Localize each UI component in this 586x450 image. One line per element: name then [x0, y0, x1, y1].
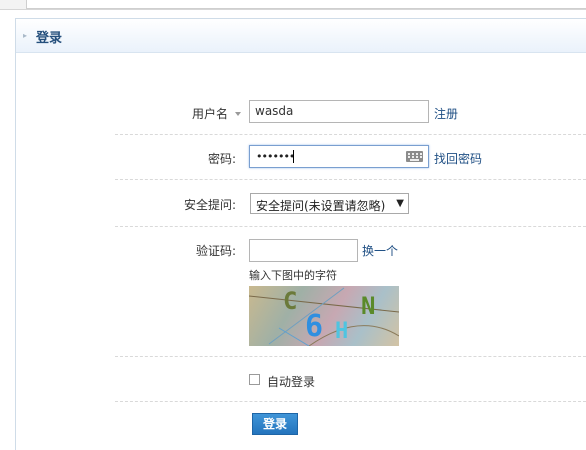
row-divider [115, 179, 586, 180]
username-dropdown-icon[interactable] [235, 112, 241, 116]
register-link[interactable]: 注册 [434, 105, 458, 122]
captcha-image[interactable]: C 6 H N [249, 286, 399, 346]
captcha-hint: 输入下图中的字符 [249, 269, 337, 282]
virtual-keyboard-icon[interactable] [406, 151, 423, 162]
security-question-value: 安全提问(未设置请忽略) [256, 199, 386, 213]
forgot-password-link[interactable]: 找回密码 [434, 150, 482, 167]
auto-login-checkbox[interactable] [249, 374, 260, 385]
username-label[interactable]: 用户名 [108, 105, 228, 122]
refresh-captcha-link[interactable]: 换一个 [362, 242, 398, 259]
password-label: 密码: [207, 152, 236, 166]
select-arrow-icon: ▼ [396, 198, 404, 209]
security-question-label: 安全提问: [183, 198, 236, 212]
username-value: wasda [255, 104, 294, 118]
auto-login-label[interactable]: 自动登录 [267, 373, 315, 390]
top-toolbar-inner [26, 0, 586, 9]
captcha-drawing [249, 287, 399, 346]
panel-header: ▸ 登录 [16, 19, 586, 53]
header-marker-icon: ▸ [23, 31, 28, 40]
row-divider [115, 134, 586, 135]
text-caret [293, 150, 294, 163]
captcha-char: N [361, 292, 376, 320]
captcha-char: C [283, 287, 298, 315]
captcha-char: H [335, 319, 349, 344]
username-input[interactable]: wasda [249, 100, 429, 123]
panel-title: 登录 [36, 31, 63, 46]
row-divider [115, 401, 586, 402]
captcha-char: 6 [305, 309, 324, 344]
security-question-select[interactable]: 安全提问(未设置请忽略) ▼ [250, 193, 409, 214]
login-button[interactable]: 登录 [252, 413, 298, 435]
password-value: ••••••• [256, 150, 295, 163]
top-toolbar [0, 0, 586, 10]
captcha-label: 验证码: [195, 244, 236, 258]
row-divider [115, 226, 586, 227]
row-divider [115, 356, 586, 357]
password-input[interactable]: ••••••• [249, 145, 429, 168]
captcha-input[interactable] [249, 239, 358, 262]
